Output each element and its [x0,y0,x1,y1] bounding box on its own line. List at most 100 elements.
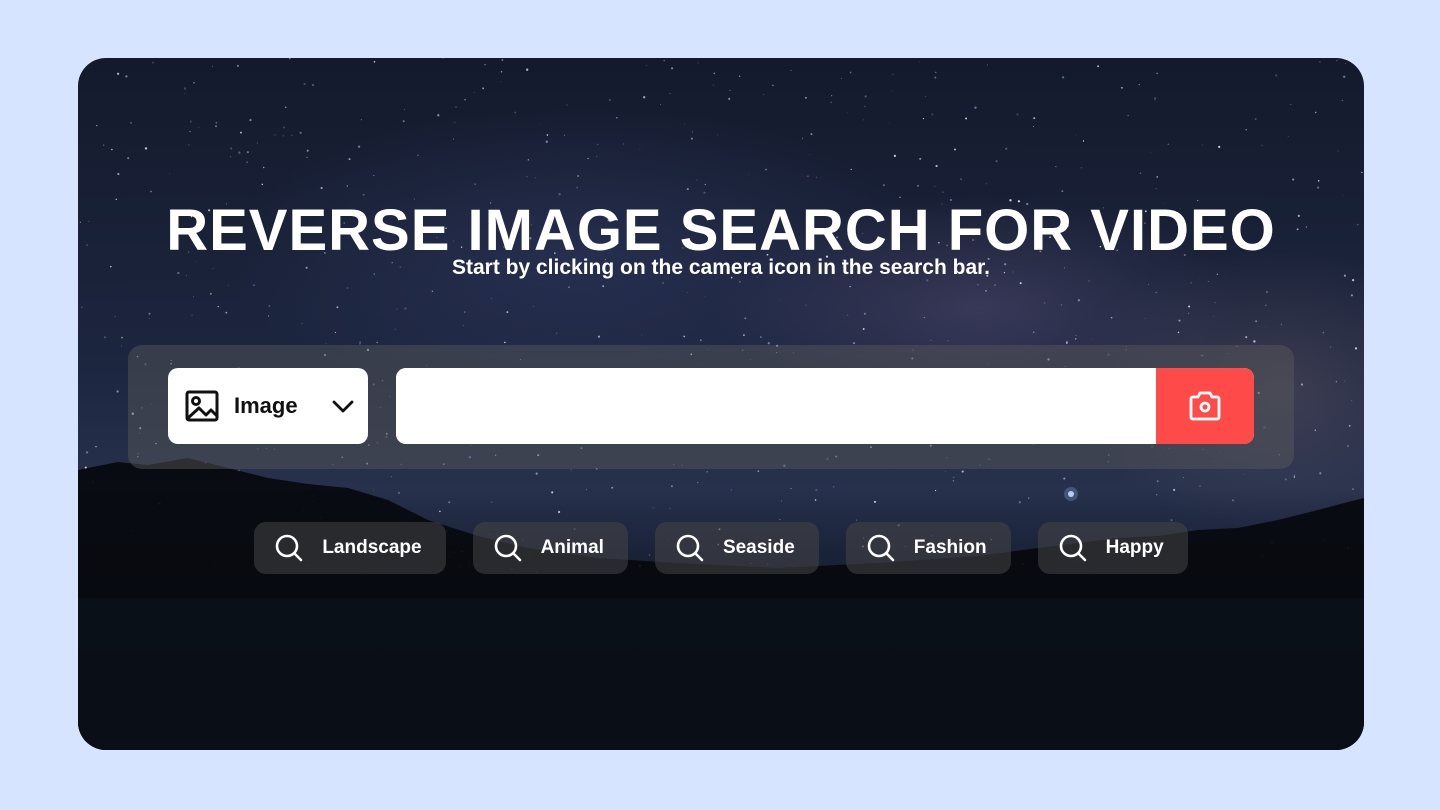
star [1110,316,1113,319]
star [1065,341,1068,344]
star [974,106,977,109]
star [814,499,817,501]
star [532,306,534,308]
star [215,122,218,124]
star [325,342,327,344]
search-icon [676,534,704,562]
star [611,486,614,489]
search-icon [867,534,895,562]
star [357,145,361,148]
star [437,114,440,117]
star [1245,336,1248,339]
star [262,166,265,169]
star [1261,144,1263,146]
star [661,281,665,285]
star [312,500,314,503]
star [246,161,248,163]
star [935,71,937,74]
star [230,147,233,150]
star [211,65,213,67]
search-icon [494,534,521,562]
page-subtitle: Start by clicking on the camera icon in … [451,256,990,279]
star [669,92,671,95]
star [994,284,996,286]
star [169,475,171,477]
star [863,119,865,121]
star [712,84,714,86]
star [473,91,475,93]
star [1156,176,1158,178]
star [1300,383,1304,386]
star [1155,188,1157,190]
star [703,191,706,194]
star [850,168,852,171]
star [215,125,217,128]
camera-search-button[interactable] [1156,368,1254,444]
star [652,507,654,509]
star [373,60,376,63]
star [431,290,434,293]
star [892,73,894,75]
star [1188,305,1191,308]
search-icon [1059,534,1086,562]
search-type-label: Image [234,393,298,418]
star [534,177,536,179]
star [268,315,270,317]
star [586,489,587,491]
search-input[interactable] [396,368,1156,444]
star [1092,338,1094,340]
star [597,143,599,146]
star [891,90,893,92]
suggestion-chip-animal[interactable]: Animal [472,522,628,574]
star [274,134,276,136]
star [1343,75,1346,78]
image-icon [185,390,219,422]
star [417,154,419,157]
star [841,77,842,79]
suggestion-label: Landscape [322,537,422,558]
suggestion-chip-happy[interactable]: Happy [1037,522,1188,574]
suggestion-chip-seaside[interactable]: Seaside [654,522,819,574]
star [1172,488,1176,492]
star [704,183,706,185]
star [917,185,919,187]
star [1153,97,1157,100]
star [1177,331,1180,334]
star [1061,76,1065,79]
star [526,68,529,71]
search-field [396,368,1254,444]
star [240,131,242,134]
suggestion-chip-landscape[interactable]: Landscape [254,522,446,574]
star [616,116,618,119]
star [1255,320,1258,323]
star [809,153,811,155]
suggestion-chip-fashion[interactable]: Fashion [845,522,1011,574]
star [830,101,832,104]
star [696,179,698,181]
star [669,507,671,509]
search-type-dropdown[interactable]: Image [168,368,368,444]
star [500,81,502,83]
star [790,69,792,72]
star [1055,165,1057,168]
star [660,103,662,105]
star [690,137,693,140]
star [404,109,406,110]
star [545,140,548,143]
star [1292,178,1295,181]
star [127,157,130,160]
star [646,64,648,66]
suggestion-label: Seaside [722,537,795,558]
star [663,59,665,62]
star [295,503,297,505]
camera-icon [1189,391,1221,421]
star [373,489,375,491]
star [150,190,152,193]
star [291,134,293,136]
star [103,336,107,339]
star [184,93,186,95]
star [922,118,925,120]
star [1178,319,1181,322]
star [1214,302,1216,304]
star [1314,429,1316,431]
